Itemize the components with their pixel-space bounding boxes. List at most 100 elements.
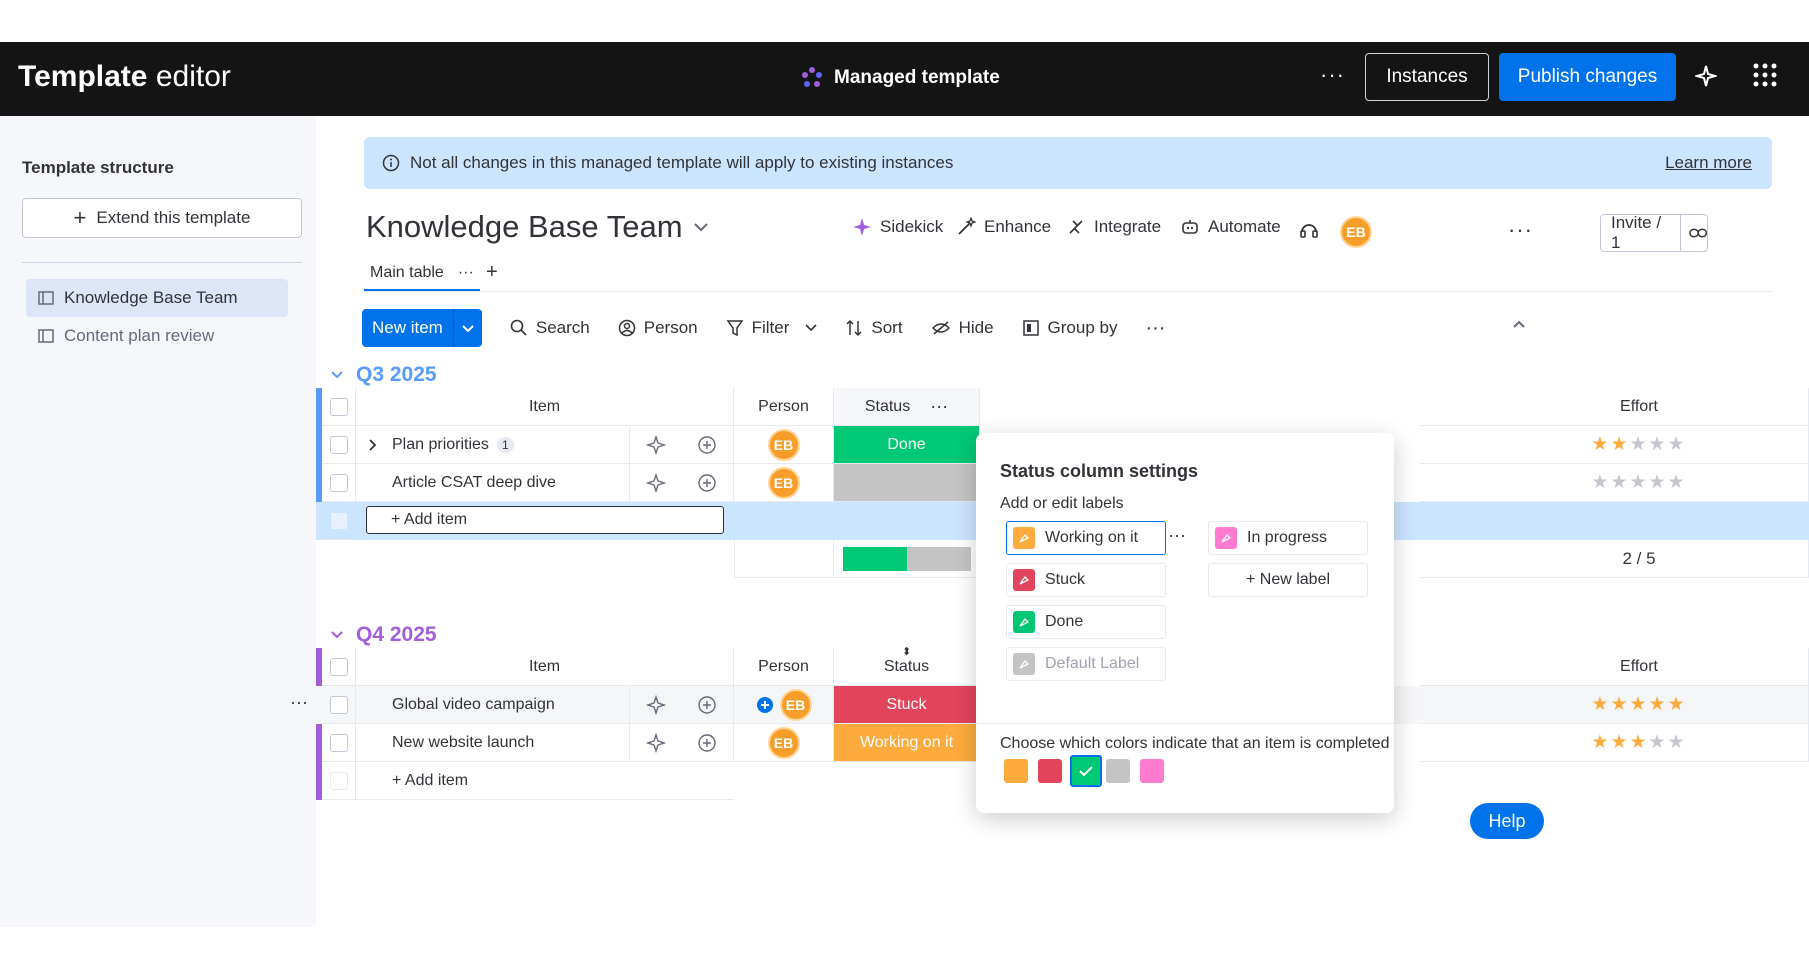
new-label-button[interactable]: + New label bbox=[1208, 563, 1368, 597]
column-header-item[interactable]: Item bbox=[356, 388, 734, 426]
person-filter-button[interactable]: Person bbox=[618, 318, 698, 338]
tab-more-icon[interactable]: ··· bbox=[458, 264, 474, 282]
add-item-cell[interactable]: + Add item bbox=[356, 762, 734, 800]
row-checkbox[interactable] bbox=[329, 695, 348, 714]
add-update-icon[interactable] bbox=[697, 435, 717, 455]
item-name-cell[interactable]: Article CSAT deep dive bbox=[356, 464, 630, 502]
sparkle-outline-icon[interactable] bbox=[645, 694, 666, 715]
star-rating-3[interactable]: ★★★★★ bbox=[1591, 731, 1686, 754]
completion-color-orange[interactable] bbox=[1004, 759, 1028, 783]
group-header-q3[interactable]: Q3 2025 bbox=[330, 363, 437, 387]
sidekick-action[interactable]: Sidekick bbox=[852, 217, 943, 237]
color-picker-icon[interactable] bbox=[1013, 611, 1035, 633]
toolbar-more-icon[interactable]: ··· bbox=[1145, 317, 1165, 340]
search-button[interactable]: Search bbox=[510, 318, 590, 338]
column-header-status[interactable]: Status ··· bbox=[834, 388, 980, 426]
color-picker-icon[interactable] bbox=[1215, 527, 1237, 549]
column-header-item[interactable]: Item bbox=[356, 648, 734, 686]
sparkle-icon[interactable] bbox=[1695, 64, 1717, 88]
status-cell[interactable]: Done bbox=[834, 426, 980, 464]
add-person-icon[interactable] bbox=[756, 696, 774, 714]
row-more-icon[interactable]: ··· bbox=[290, 692, 308, 713]
item-name-cell[interactable]: Global video campaign bbox=[356, 686, 630, 724]
status-label-in-progress[interactable]: In progress bbox=[1208, 521, 1368, 555]
row-checkbox[interactable] bbox=[329, 473, 348, 492]
star-rating-5[interactable]: ★★★★★ bbox=[1591, 693, 1686, 716]
item-name-cell[interactable]: Plan priorities 1 bbox=[356, 426, 630, 464]
help-button[interactable]: Help bbox=[1470, 803, 1544, 839]
sparkle-outline-icon[interactable] bbox=[645, 434, 666, 455]
publish-changes-button[interactable]: Publish changes bbox=[1499, 53, 1676, 101]
completion-color-pink[interactable] bbox=[1140, 759, 1164, 783]
person-cell[interactable]: EB bbox=[734, 686, 834, 724]
status-cell[interactable]: Working on it bbox=[834, 724, 980, 762]
person-cell[interactable]: EB bbox=[734, 724, 834, 762]
sidebar-item-content-plan-review[interactable]: Content plan review bbox=[26, 317, 288, 355]
learn-more-link[interactable]: Learn more bbox=[1665, 153, 1752, 173]
add-item-input[interactable]: + Add item bbox=[366, 506, 724, 534]
column-header-status[interactable]: Status bbox=[834, 648, 980, 686]
sparkle-outline-icon[interactable] bbox=[645, 732, 666, 753]
star-rating-0[interactable]: ★★★★★ bbox=[1591, 471, 1686, 494]
filter-button[interactable]: Filter bbox=[726, 318, 818, 338]
more-options-icon[interactable]: ··· bbox=[1320, 62, 1345, 88]
status-label-default[interactable]: Default Label bbox=[1006, 647, 1166, 681]
chevron-down-icon[interactable] bbox=[805, 324, 817, 332]
add-view-button[interactable]: + bbox=[486, 261, 498, 284]
color-picker-icon[interactable] bbox=[1013, 527, 1035, 549]
column-header-effort[interactable]: Effort bbox=[1420, 388, 1809, 426]
group-by-button[interactable]: Group by bbox=[1022, 318, 1117, 338]
status-cell[interactable] bbox=[834, 464, 980, 502]
status-cell[interactable]: Stuck bbox=[834, 686, 980, 724]
effort-rating-cell[interactable]: ★★★★★ bbox=[1420, 464, 1809, 502]
subitems-count[interactable]: 1 bbox=[496, 436, 514, 453]
chevron-right-icon[interactable] bbox=[368, 438, 378, 452]
person-cell[interactable]: EB bbox=[734, 464, 834, 502]
avatar[interactable]: EB bbox=[1340, 216, 1372, 248]
color-picker-icon[interactable] bbox=[1013, 653, 1035, 675]
board-more-icon[interactable]: ··· bbox=[1508, 217, 1533, 243]
select-all-checkbox[interactable] bbox=[329, 657, 348, 676]
completion-color-green-selected[interactable] bbox=[1070, 755, 1102, 787]
row-checkbox[interactable] bbox=[329, 435, 348, 454]
apps-grid-icon[interactable] bbox=[1752, 62, 1778, 88]
column-header-person[interactable]: Person bbox=[734, 648, 834, 686]
select-all-checkbox[interactable] bbox=[329, 397, 348, 416]
row-checkbox[interactable] bbox=[329, 733, 348, 752]
new-item-button[interactable]: New item bbox=[362, 309, 482, 347]
label-more-icon[interactable]: ··· bbox=[1168, 525, 1186, 546]
integrate-action[interactable]: Integrate bbox=[1066, 217, 1161, 237]
chevron-up-icon[interactable] bbox=[1512, 319, 1526, 329]
effort-rating-cell[interactable]: ★★★★★ bbox=[1420, 724, 1809, 762]
star-rating-2[interactable]: ★★★★★ bbox=[1591, 433, 1686, 456]
sidebar-item-knowledge-base-team[interactable]: Knowledge Base Team bbox=[26, 279, 288, 317]
completion-color-red[interactable] bbox=[1038, 759, 1062, 783]
status-label-done[interactable]: Done bbox=[1006, 605, 1166, 639]
add-update-icon[interactable] bbox=[697, 733, 717, 753]
tab-main-table[interactable]: Main table ··· bbox=[364, 257, 480, 291]
board-title[interactable]: Knowledge Base Team bbox=[366, 209, 709, 245]
hide-button[interactable]: Hide bbox=[931, 318, 994, 338]
completion-color-grey[interactable] bbox=[1106, 759, 1130, 783]
group-header-q4[interactable]: Q4 2025 bbox=[330, 623, 437, 647]
effort-rating-cell[interactable]: ★★★★★ bbox=[1420, 426, 1809, 464]
extend-template-button[interactable]: + Extend this template bbox=[22, 198, 302, 238]
chevron-down-icon[interactable] bbox=[454, 318, 482, 338]
status-label-stuck[interactable]: Stuck bbox=[1006, 563, 1166, 597]
status-summary-cell[interactable] bbox=[834, 540, 980, 578]
effort-rating-cell[interactable]: ★★★★★ bbox=[1420, 686, 1809, 724]
status-label-working-on-it[interactable]: Working on it bbox=[1006, 521, 1166, 555]
automate-action[interactable]: Automate bbox=[1180, 217, 1281, 237]
column-header-effort[interactable]: Effort bbox=[1420, 648, 1809, 686]
column-more-icon[interactable]: ··· bbox=[930, 396, 948, 417]
instances-button[interactable]: Instances bbox=[1365, 53, 1489, 101]
color-picker-icon[interactable] bbox=[1013, 569, 1035, 591]
add-update-icon[interactable] bbox=[697, 695, 717, 715]
link-icon[interactable] bbox=[1688, 226, 1707, 240]
sparkle-outline-icon[interactable] bbox=[645, 472, 666, 493]
person-cell[interactable]: EB bbox=[734, 426, 834, 464]
enhance-action[interactable]: Enhance bbox=[956, 217, 1051, 237]
item-name-cell[interactable]: New website launch bbox=[356, 724, 630, 762]
invite-button[interactable]: Invite / 1 bbox=[1600, 213, 1708, 252]
sort-button[interactable]: Sort bbox=[845, 318, 903, 338]
